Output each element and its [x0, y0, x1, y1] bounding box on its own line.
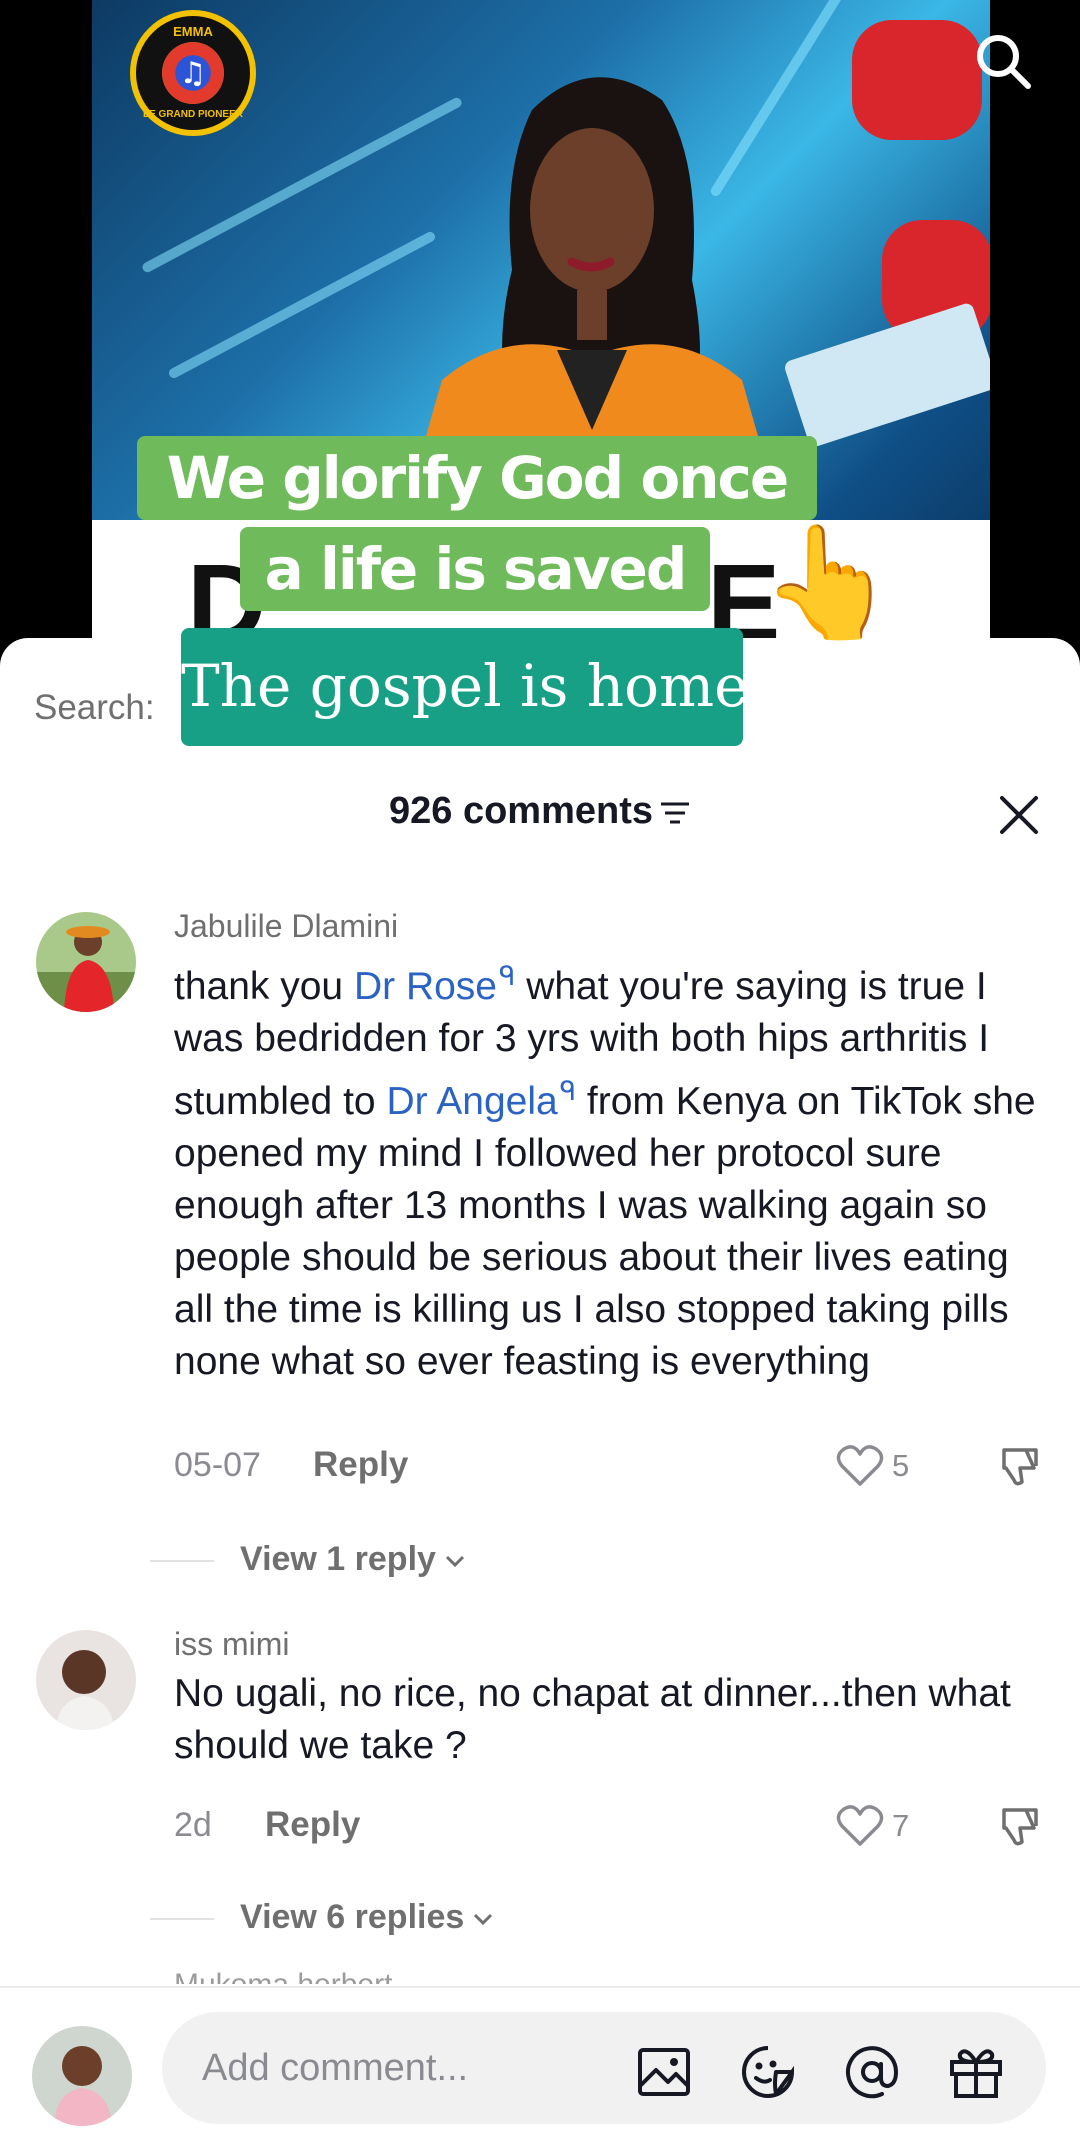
view-replies-label: View 1 reply: [240, 1540, 436, 1578]
heart-icon[interactable]: [836, 1444, 884, 1488]
avatar: [32, 2026, 132, 2126]
caption-sticker: a life is saved: [240, 527, 710, 611]
avatar[interactable]: [36, 912, 136, 1012]
dislike-icon[interactable]: [994, 1442, 1042, 1490]
mention-search-icon: ᑫ: [559, 1076, 577, 1106]
comments-header: 926 comments: [0, 790, 1080, 833]
divider: [150, 1560, 214, 1563]
emoji-icon[interactable]: [738, 2042, 798, 2102]
at-icon[interactable]: [842, 2042, 902, 2102]
logo-text-top: EMMA: [173, 24, 213, 39]
background-shape: [782, 301, 990, 449]
search-label[interactable]: Search:: [34, 688, 155, 728]
comment-text-part: from Kenya on TikTok she opened my mind …: [174, 1080, 1036, 1383]
next-comment-username: Mukoma herbert: [174, 1968, 494, 1984]
comment-username[interactable]: Jabulile Dlamini: [174, 908, 398, 945]
like-count: 5: [892, 1448, 910, 1483]
reply-button[interactable]: Reply: [265, 1805, 360, 1845]
gift-icon[interactable]: [946, 2042, 1006, 2102]
divider: [150, 1918, 214, 1921]
reply-button[interactable]: Reply: [313, 1445, 408, 1485]
comment-text: thank you Dr Roseᑫ what you're saying is…: [174, 950, 1054, 1388]
search-icon[interactable]: [972, 30, 1034, 92]
mention-link[interactable]: Dr Angela: [386, 1080, 557, 1123]
view-replies-label: View 6 replies: [240, 1898, 465, 1936]
chevron-down-icon: [445, 1555, 464, 1568]
comments-sheet: Search: 926 comments Jabulile Dlamini th…: [0, 638, 1080, 2140]
view-replies-button[interactable]: View 1 reply: [150, 1540, 466, 1579]
comment-date: 05-07: [174, 1446, 261, 1484]
channel-logo: EMMA ♫ LE GRAND PIONEER: [130, 10, 256, 136]
caption-sticker: We glorify God once: [137, 436, 817, 520]
comment-count: 926 comments: [388, 790, 653, 832]
view-replies-button[interactable]: View 6 replies: [150, 1898, 494, 1937]
avatar[interactable]: [36, 1630, 136, 1730]
pointing-hand-emoji: 👆: [760, 521, 897, 644]
chevron-down-icon: [474, 1913, 493, 1926]
caption-sticker: The gospel is home: [181, 628, 748, 746]
comment-text-part: thank you: [174, 965, 354, 1008]
like-count: 7: [892, 1808, 910, 1843]
mention-search-icon: ᑫ: [499, 961, 516, 991]
background-shape: [852, 20, 982, 140]
close-icon[interactable]: [998, 794, 1040, 836]
image-icon[interactable]: [634, 2042, 694, 2102]
comment-input-bar: [0, 1986, 1080, 2140]
comment-input[interactable]: [162, 2012, 1046, 2124]
logo-text-bottom: LE GRAND PIONEER: [142, 109, 243, 120]
dislike-icon[interactable]: [994, 1802, 1042, 1850]
sort-icon[interactable]: [659, 800, 691, 826]
comment-text: No ugali, no rice, no chapat at dinner..…: [174, 1672, 1011, 1767]
heart-icon[interactable]: [836, 1804, 884, 1848]
music-note-icon: ♫: [162, 42, 224, 104]
mention-link[interactable]: Dr Rose: [354, 965, 497, 1008]
comment-username[interactable]: iss mimi: [174, 1626, 290, 1663]
comment-date: 2d: [174, 1806, 212, 1844]
